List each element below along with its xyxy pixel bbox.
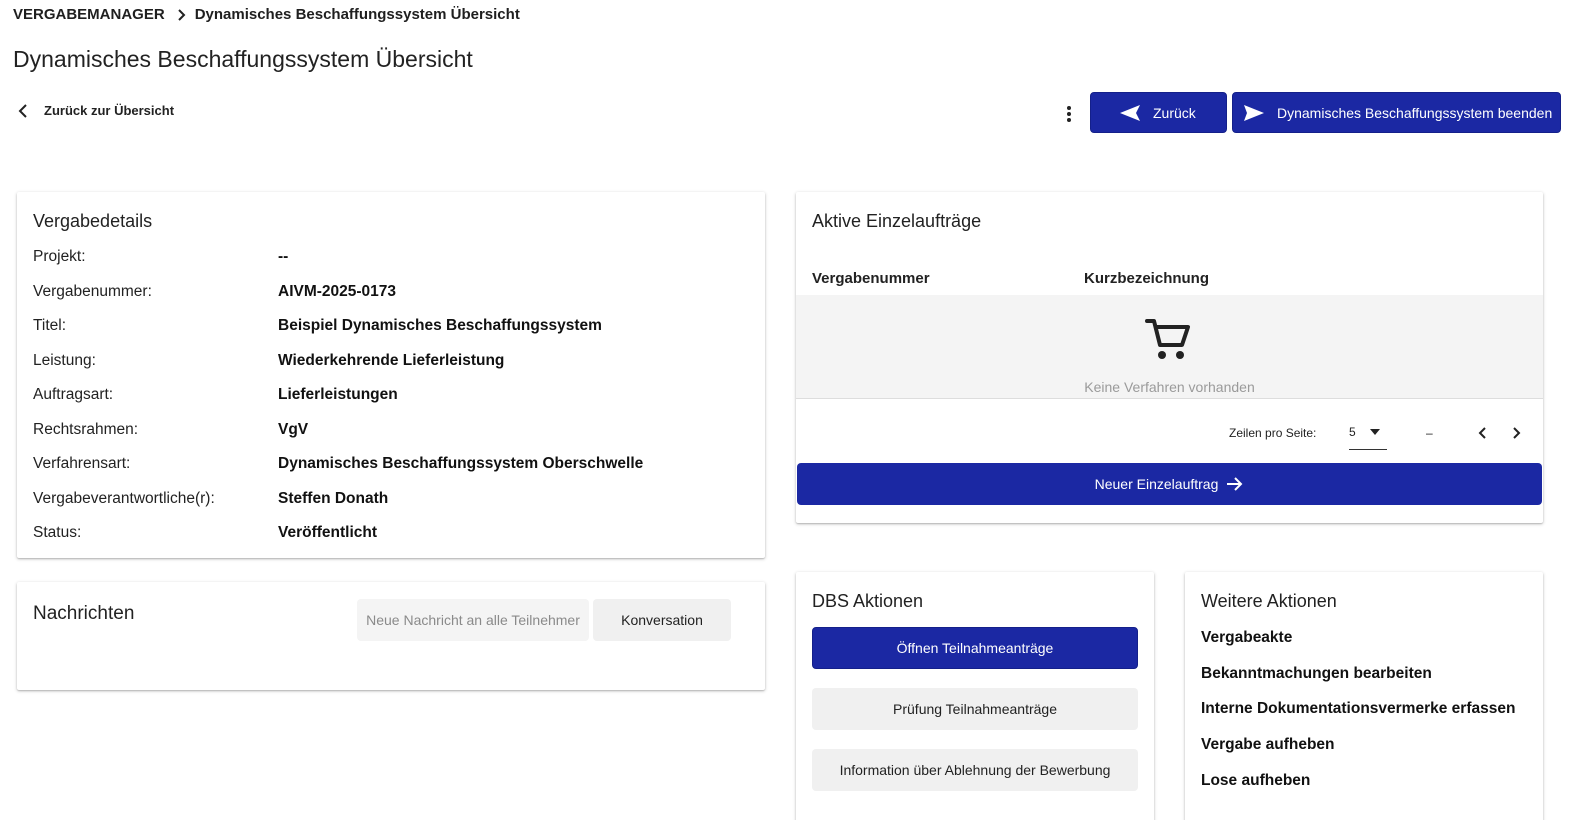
orders-title: Aktive Einzelaufträge [812, 211, 982, 231]
more-vert-icon[interactable] [1060, 101, 1078, 127]
detail-value: AIVM-2025-0173 [278, 283, 397, 300]
new-order-button[interactable]: Neuer Einzelauftrag [797, 463, 1542, 505]
column-header-vergabenummer[interactable]: Vergabenummer [812, 270, 1032, 296]
detail-value: Beispiel Dynamisches Beschaffungssystem [278, 317, 602, 334]
detail-key: Status: [33, 524, 82, 541]
detail-value: VgV [278, 421, 309, 438]
messages-title: Nachrichten [33, 603, 135, 624]
previous-page-button[interactable] [1474, 425, 1490, 441]
open-applications-button[interactable]: Öffnen Teilnahmeanträge [812, 627, 1138, 669]
rejection-info-button[interactable]: Information über Ablehnung der Bewerbung [812, 749, 1138, 791]
detail-row-rechtsrahmen: Rechtsrahmen: VgV [33, 421, 308, 439]
rows-per-page-select[interactable]: 5 [1349, 425, 1387, 450]
breadcrumb: VERGABEMANAGER Dynamisches Beschaffungss… [13, 6, 520, 23]
details-card: Vergabedetails Projekt: -- Vergabenummer… [17, 192, 765, 558]
link-vergabeakte[interactable]: Vergabeakte [1201, 629, 1292, 647]
caret-down-icon [1369, 429, 1380, 435]
detail-key: Verfahrensart: [33, 455, 131, 472]
detail-key: Vergabenummer: [33, 283, 152, 300]
detail-row-vergabenummer: Vergabenummer: AIVM-2025-0173 [33, 283, 396, 301]
detail-key: Projekt: [33, 248, 86, 265]
detail-row-verfahrensart: Verfahrensart: Dynamisches Beschaffungss… [33, 455, 643, 473]
chevron-left-icon [18, 103, 27, 118]
detail-value: Dynamisches Beschaffungssystem Oberschwe… [278, 455, 644, 472]
detail-key: Auftragsart: [33, 386, 114, 403]
shopping-cart-icon [1145, 319, 1190, 359]
detail-value: -- [278, 248, 289, 265]
detail-key: Vergabeverantwortliche(r): [33, 490, 215, 507]
more-actions-title: Weitere Aktionen [1201, 591, 1337, 611]
rows-per-page-label: Zeilen pro Seite: [1229, 426, 1317, 440]
detail-row-status: Status: Veröffentlicht [33, 524, 377, 542]
send-back-icon [1120, 104, 1140, 121]
empty-state-text: Keine Verfahren vorhanden [1084, 379, 1255, 395]
detail-value: Veröffentlicht [278, 524, 378, 541]
next-page-button[interactable] [1509, 425, 1525, 441]
rows-per-page-value: 5 [1349, 425, 1356, 439]
end-dbs-button[interactable]: Dynamisches Beschaffungssystem beenden [1232, 92, 1561, 133]
conversation-button[interactable]: Konversation [593, 599, 731, 641]
back-button-label: Zurück [1153, 104, 1196, 121]
back-button[interactable]: Zurück [1090, 92, 1227, 133]
chevron-left-icon [1478, 427, 1486, 439]
back-link-label: Zurück zur Übersicht [44, 103, 175, 118]
detail-row-auftragsart: Auftragsart: Lieferleistungen [33, 386, 398, 404]
dbs-actions-card: DBS Aktionen Öffnen Teilnahmeanträge Prü… [796, 572, 1154, 820]
breadcrumb-current: Dynamisches Beschaffungssystem Übersicht [194, 6, 520, 23]
detail-row-titel: Titel: Beispiel Dynamisches Beschaffungs… [33, 317, 602, 335]
detail-row-projekt: Projekt: -- [33, 248, 288, 266]
link-edit-announcements[interactable]: Bekanntmachungen bearbeiten [1201, 665, 1432, 683]
new-message-input[interactable]: Neue Nachricht an alle Teilnehmer [357, 599, 589, 641]
messages-card: Nachrichten Neue Nachricht an alle Teiln… [17, 582, 765, 690]
chevron-right-icon [1513, 427, 1521, 439]
more-actions-card: Weitere Aktionen Vergabeakte Bekanntmach… [1185, 572, 1543, 820]
send-icon [1244, 104, 1264, 121]
empty-state: Keine Verfahren vorhanden [796, 295, 1543, 399]
detail-key: Leistung: [33, 352, 96, 369]
detail-value: Wiederkehrende Lieferleistung [278, 352, 505, 369]
link-cancel-award[interactable]: Vergabe aufheben [1201, 736, 1335, 754]
dbs-actions-title: DBS Aktionen [812, 591, 924, 611]
breadcrumb-root[interactable]: VERGABEMANAGER [13, 6, 165, 23]
back-to-overview-link[interactable]: Zurück zur Übersicht [18, 103, 174, 118]
chevron-right-icon [177, 8, 187, 21]
detail-row-verantwortliche: Vergabeverantwortliche(r): Steffen Donat… [33, 490, 388, 508]
detail-key: Titel: [33, 317, 67, 334]
active-orders-card: Aktive Einzelaufträge Vergabenummer Kurz… [796, 192, 1543, 523]
detail-key: Rechtsrahmen: [33, 421, 139, 438]
column-header-kurzbezeichnung[interactable]: Kurzbezeichnung [1084, 270, 1440, 296]
detail-row-leistung: Leistung: Wiederkehrende Lieferleistung [33, 352, 504, 370]
page-range-text: – [1426, 426, 1433, 440]
link-cancel-lots[interactable]: Lose aufheben [1201, 772, 1310, 790]
column-header-actions [1492, 270, 1508, 296]
review-applications-button[interactable]: Prüfung Teilnahmeanträge [812, 688, 1138, 730]
new-order-label: Neuer Einzelauftrag [1094, 476, 1219, 492]
arrow-right-icon [1227, 477, 1243, 491]
end-dbs-button-label: Dynamisches Beschaffungssystem beenden [1277, 104, 1553, 121]
detail-value: Lieferleistungen [278, 386, 398, 403]
page-title: Dynamisches Beschaffungssystem Übersicht [13, 46, 473, 72]
detail-value: Steffen Donath [278, 490, 389, 507]
details-title: Vergabedetails [33, 211, 153, 231]
link-internal-notes[interactable]: Interne Dokumentationsvermerke erfassen [1201, 700, 1515, 718]
